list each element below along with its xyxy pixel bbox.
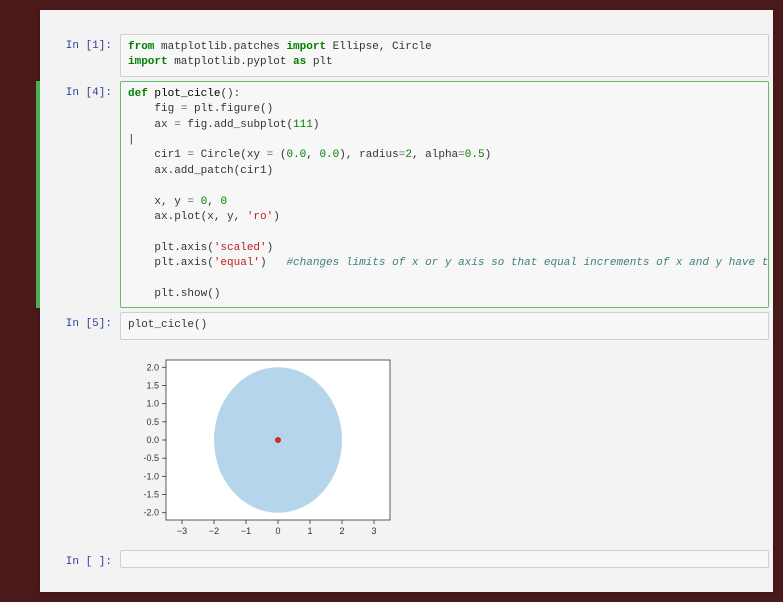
circle-plot: -2.0 -1.5 -1.0 -0.5 0.0 0.5 1.0 1.5 2.0 −3 −2 −1 0 1 2… <box>128 352 398 542</box>
svg-text:-0.5: -0.5 <box>143 453 159 463</box>
plot-output: -2.0 -1.5 -1.0 -0.5 0.0 0.5 1.0 1.5 2.0 −3 −2 −1 0 1 2… <box>120 344 769 546</box>
code-input[interactable]: def plot_cicle(): fig = plt.figure() ax … <box>120 81 769 308</box>
svg-text:−1: −1 <box>241 526 251 536</box>
svg-text:1: 1 <box>307 526 312 536</box>
svg-text:1.0: 1.0 <box>146 398 159 408</box>
prompt-empty <box>40 344 120 546</box>
svg-text:0.5: 0.5 <box>146 416 159 426</box>
svg-text:−3: −3 <box>177 526 187 536</box>
code-cell-empty[interactable]: In [ ]: <box>40 550 773 568</box>
code-cell-selected[interactable]: In [4]: def plot_cicle(): fig = plt.figu… <box>36 81 773 308</box>
svg-text:0: 0 <box>275 526 280 536</box>
code-input[interactable]: plot_cicle() <box>120 312 769 339</box>
code-cell[interactable]: In [5]: plot_cicle() <box>40 312 773 339</box>
code-cell[interactable]: In [1]: from matplotlib.patches import E… <box>40 34 773 77</box>
svg-text:3: 3 <box>371 526 376 536</box>
prompt-label: In [4]: <box>40 81 120 308</box>
svg-text:-1.5: -1.5 <box>143 489 159 499</box>
svg-text:2.0: 2.0 <box>146 362 159 372</box>
prompt-label: In [ ]: <box>40 550 120 568</box>
svg-text:−2: −2 <box>209 526 219 536</box>
svg-text:1.5: 1.5 <box>146 380 159 390</box>
output-cell: -2.0 -1.5 -1.0 -0.5 0.0 0.5 1.0 1.5 2.0 −3 −2 −1 0 1 2… <box>40 344 773 546</box>
code-input[interactable]: from matplotlib.patches import Ellipse, … <box>120 34 769 77</box>
svg-text:-1.0: -1.0 <box>143 471 159 481</box>
svg-text:-2.0: -2.0 <box>143 507 159 517</box>
svg-text:2: 2 <box>339 526 344 536</box>
prompt-label: In [5]: <box>40 312 120 339</box>
svg-text:0.0: 0.0 <box>146 435 159 445</box>
prompt-label: In [1]: <box>40 34 120 77</box>
notebook-page: In [1]: from matplotlib.patches import E… <box>40 10 773 592</box>
code-input[interactable] <box>120 550 769 568</box>
